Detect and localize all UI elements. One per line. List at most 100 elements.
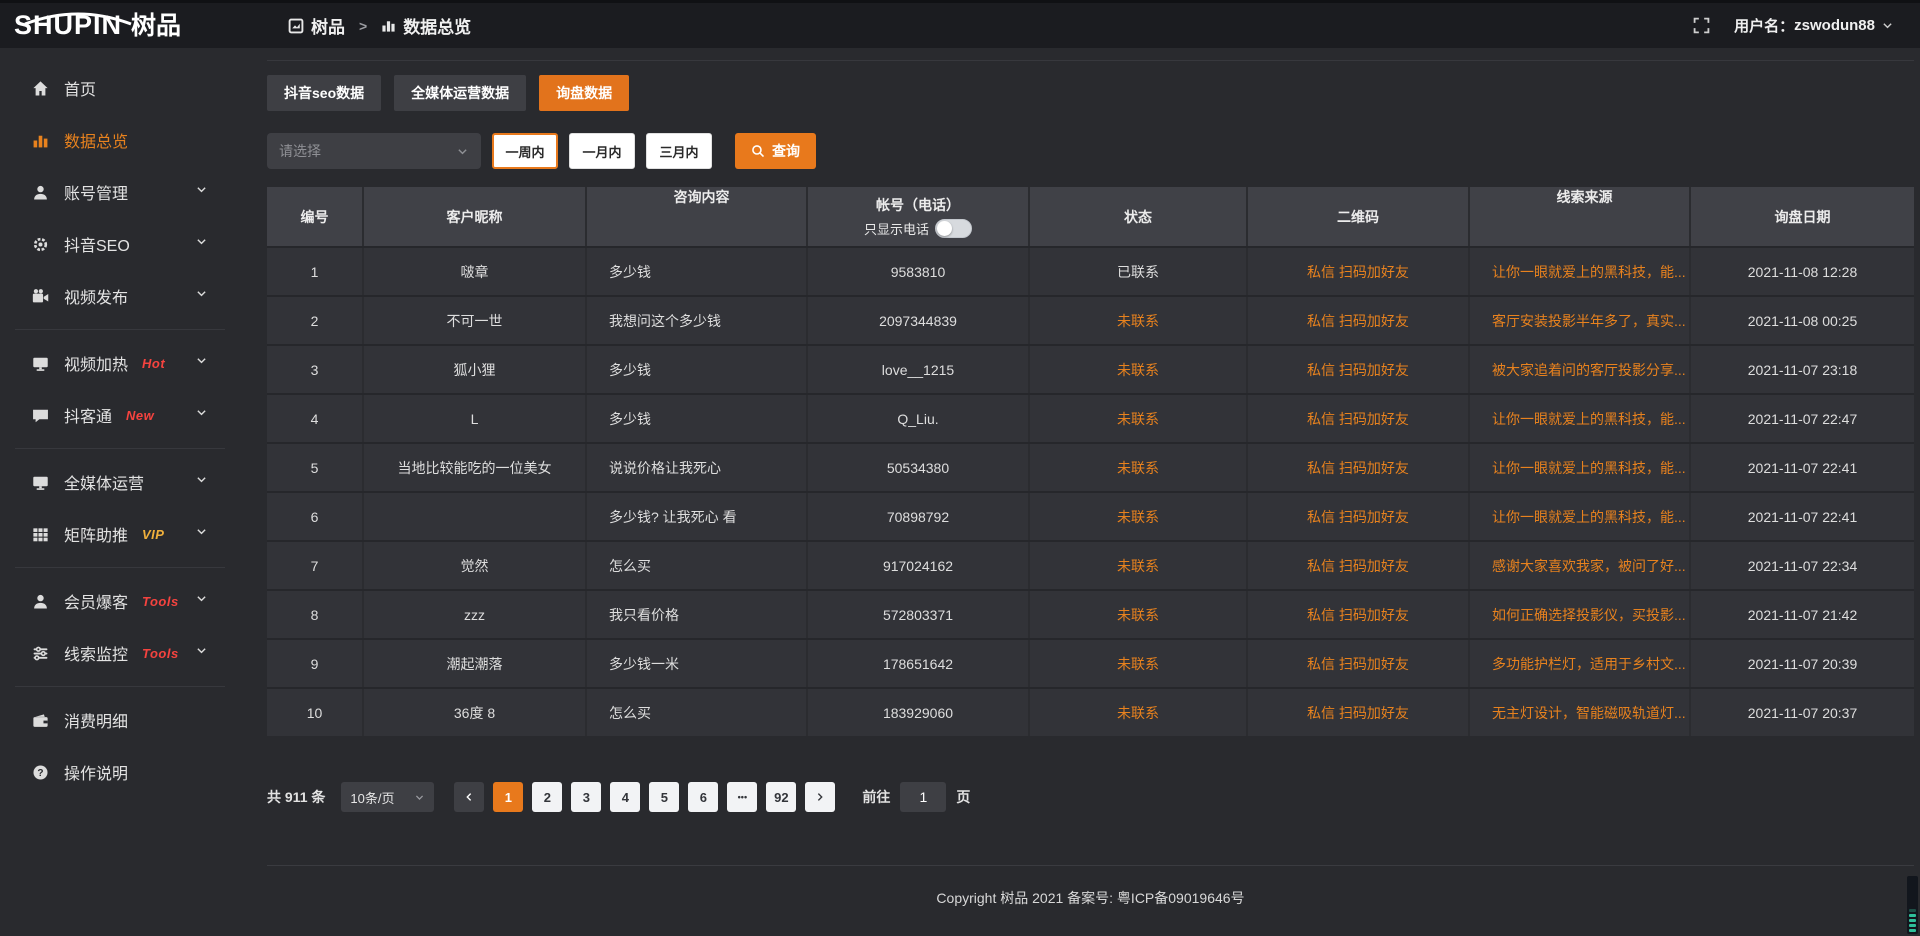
qr-add-friend-link[interactable]: 私信 扫码加好友 — [1307, 262, 1409, 282]
breadcrumb-label: 树品 — [311, 13, 345, 38]
sidebar-item-data-overview[interactable]: 数据总览 — [0, 114, 240, 166]
qr-add-friend-link[interactable]: 私信 扫码加好友 — [1307, 556, 1409, 576]
qr-add-friend-link[interactable]: 私信 扫码加好友 — [1307, 605, 1409, 625]
lead-source-link[interactable]: 客厅安装投影半年多了，真实... — [1492, 311, 1686, 331]
sidebar-item-video-publish[interactable]: 视频发布 — [0, 270, 240, 322]
filter-select-placeholder: 请选择 — [279, 141, 321, 161]
lead-source-link[interactable]: 无主灯设计，智能磁吸轨道灯... — [1492, 703, 1686, 723]
column-header-1: 客户昵称 — [364, 187, 587, 246]
cell-source: 被大家追着问的客厅投影分享... — [1470, 346, 1691, 393]
chevron-right-icon — [814, 791, 826, 803]
page-4-button[interactable]: 4 — [610, 782, 640, 812]
page-size-select[interactable]: 10条/页 — [341, 782, 434, 812]
sidebar: 首页数据总览账号管理抖音SEO视频发布视频加热Hot抖客通New全媒体运营矩阵助… — [0, 48, 240, 936]
cell-date: 2021-11-08 12:28 — [1691, 248, 1914, 295]
table-body: 1啵章多少钱9583810已联系私信 扫码加好友让你一眼就爱上的黑科技，能...… — [267, 246, 1914, 736]
sidebar-item-home[interactable]: 首页 — [0, 62, 240, 114]
sidebar-item-label: 矩阵助推 — [64, 522, 128, 546]
qr-add-friend-link[interactable]: 私信 扫码加好友 — [1307, 311, 1409, 331]
lead-source-link[interactable]: 让你一眼就爱上的黑科技，能... — [1492, 458, 1686, 478]
sidebar-item-omnimedia-operation[interactable]: 全媒体运营 — [0, 456, 240, 508]
video-camera-icon — [30, 288, 50, 305]
next-page-button[interactable] — [805, 782, 835, 812]
data-tabs: 抖音seo数据全媒体运营数据询盘数据 — [267, 75, 1914, 111]
sidebar-item-matrix-boost[interactable]: 矩阵助推VIP — [0, 508, 240, 560]
lead-source-link[interactable]: 让你一眼就爱上的黑科技，能... — [1492, 409, 1686, 429]
cell-date: 2021-11-07 22:41 — [1691, 493, 1914, 540]
table-row: 4L多少钱Q_Liu.未联系私信 扫码加好友让你一眼就爱上的黑科技，能...20… — [267, 393, 1914, 442]
qr-add-friend-link[interactable]: 私信 扫码加好友 — [1307, 654, 1409, 674]
lead-source-link[interactable]: 让你一眼就爱上的黑科技，能... — [1492, 507, 1686, 527]
sidebar-item-member-baoke[interactable]: 会员爆客Tools — [0, 575, 240, 627]
query-button[interactable]: 查询 — [735, 133, 816, 169]
filter-select[interactable]: 请选择 — [267, 133, 481, 169]
breadcrumb-label: 数据总览 — [403, 13, 471, 38]
cell-nickname: 当地比较能吃的一位美女 — [364, 444, 587, 491]
breadcrumb-item-data-overview[interactable]: 数据总览 — [381, 13, 471, 38]
column-header-7: 询盘日期 — [1691, 187, 1914, 246]
sidebar-item-label: 账号管理 — [64, 180, 128, 204]
tab-omnimedia-data[interactable]: 全媒体运营数据 — [394, 75, 526, 111]
page-3-button[interactable]: 3 — [571, 782, 601, 812]
phone-only-toggle[interactable] — [935, 219, 972, 238]
cell-status: 未联系 — [1030, 493, 1248, 540]
sidebar-item-account-management[interactable]: 账号管理 — [0, 166, 240, 218]
page-5-button[interactable]: 5 — [649, 782, 679, 812]
chevron-down-icon — [191, 473, 211, 486]
sidebar-item-douketong[interactable]: 抖客通New — [0, 389, 240, 441]
goto-suffix: 页 — [956, 787, 970, 807]
chevron-down-icon — [191, 592, 211, 605]
page-92-button[interactable]: 92 — [766, 782, 796, 812]
tab-inquiry-data[interactable]: 询盘数据 — [539, 75, 629, 111]
sidebar-item-instructions[interactable]: ?操作说明 — [0, 746, 240, 798]
lead-source-link[interactable]: 如何正确选择投影仪，买投影... — [1492, 605, 1686, 625]
sidebar-item-video-heat[interactable]: 视频加热Hot — [0, 337, 240, 389]
date-range-week[interactable]: 一周内 — [492, 133, 558, 169]
cell-no: 4 — [267, 395, 364, 442]
cell-date: 2021-11-07 22:47 — [1691, 395, 1914, 442]
pagination: 共 911 条 10条/页 123456•••92 前往 页 — [267, 782, 1914, 812]
sidebar-item-spending-detail[interactable]: 消费明细 — [0, 694, 240, 746]
inquiry-table: 编号客户昵称咨询内容帐号（电话）只显示电话状态二维码线索来源询盘日期 1啵章多少… — [267, 187, 1914, 736]
monitor-icon — [30, 474, 50, 491]
sidebar-item-douyin-seo[interactable]: 抖音SEO — [0, 218, 240, 270]
qr-add-friend-link[interactable]: 私信 扫码加好友 — [1307, 507, 1409, 527]
lead-source-link[interactable]: 感谢大家喜欢我家，被问了好... — [1492, 556, 1686, 576]
qr-add-friend-link[interactable]: 私信 扫码加好友 — [1307, 409, 1409, 429]
tab-douyin-seo-data[interactable]: 抖音seo数据 — [267, 75, 381, 111]
sidebar-item-label: 首页 — [64, 76, 96, 100]
table-row: 1036度 8怎么买183929060未联系私信 扫码加好友无主灯设计，智能磁吸… — [267, 687, 1914, 736]
date-range-month[interactable]: 一月内 — [569, 133, 635, 169]
page-2-button[interactable]: 2 — [532, 782, 562, 812]
prev-page-button[interactable] — [454, 782, 484, 812]
fullscreen-icon[interactable] — [1693, 17, 1710, 34]
qr-add-friend-link[interactable]: 私信 扫码加好友 — [1307, 703, 1409, 723]
page-6-button[interactable]: 6 — [688, 782, 718, 812]
cell-qr: 私信 扫码加好友 — [1248, 297, 1470, 344]
cell-status: 未联系 — [1030, 591, 1248, 638]
goto-page-input[interactable] — [900, 782, 946, 812]
sidebar-item-label: 数据总览 — [64, 128, 128, 152]
page-1-button[interactable]: 1 — [493, 782, 523, 812]
chat-icon — [30, 407, 50, 424]
page-ellipsis[interactable]: ••• — [727, 782, 757, 812]
goto-label: 前往 — [862, 787, 890, 807]
site-icon — [288, 18, 304, 34]
cell-status: 未联系 — [1030, 640, 1248, 687]
lead-source-link[interactable]: 多功能护栏灯，适用于乡村文... — [1492, 654, 1686, 674]
sidebar-item-lead-monitor[interactable]: 线索监控Tools — [0, 627, 240, 679]
sidebar-item-label: 线索监控 — [64, 641, 128, 665]
qr-add-friend-link[interactable]: 私信 扫码加好友 — [1307, 458, 1409, 478]
grid-icon — [30, 526, 50, 543]
lead-source-link[interactable]: 让你一眼就爱上的黑科技，能... — [1492, 262, 1686, 282]
sidebar-item-label: 抖客通 — [64, 403, 112, 427]
cell-no: 5 — [267, 444, 364, 491]
user-menu[interactable]: 用户名： zswodun88 — [1734, 15, 1894, 36]
qr-add-friend-link[interactable]: 私信 扫码加好友 — [1307, 360, 1409, 380]
date-range-quarter[interactable]: 三月内 — [646, 133, 712, 169]
cell-qr: 私信 扫码加好友 — [1248, 444, 1470, 491]
chevron-down-icon — [191, 235, 211, 248]
svg-text:?: ? — [37, 768, 43, 779]
lead-source-link[interactable]: 被大家追着问的客厅投影分享... — [1492, 360, 1686, 380]
breadcrumb-item-site[interactable]: 树品 — [288, 13, 345, 38]
